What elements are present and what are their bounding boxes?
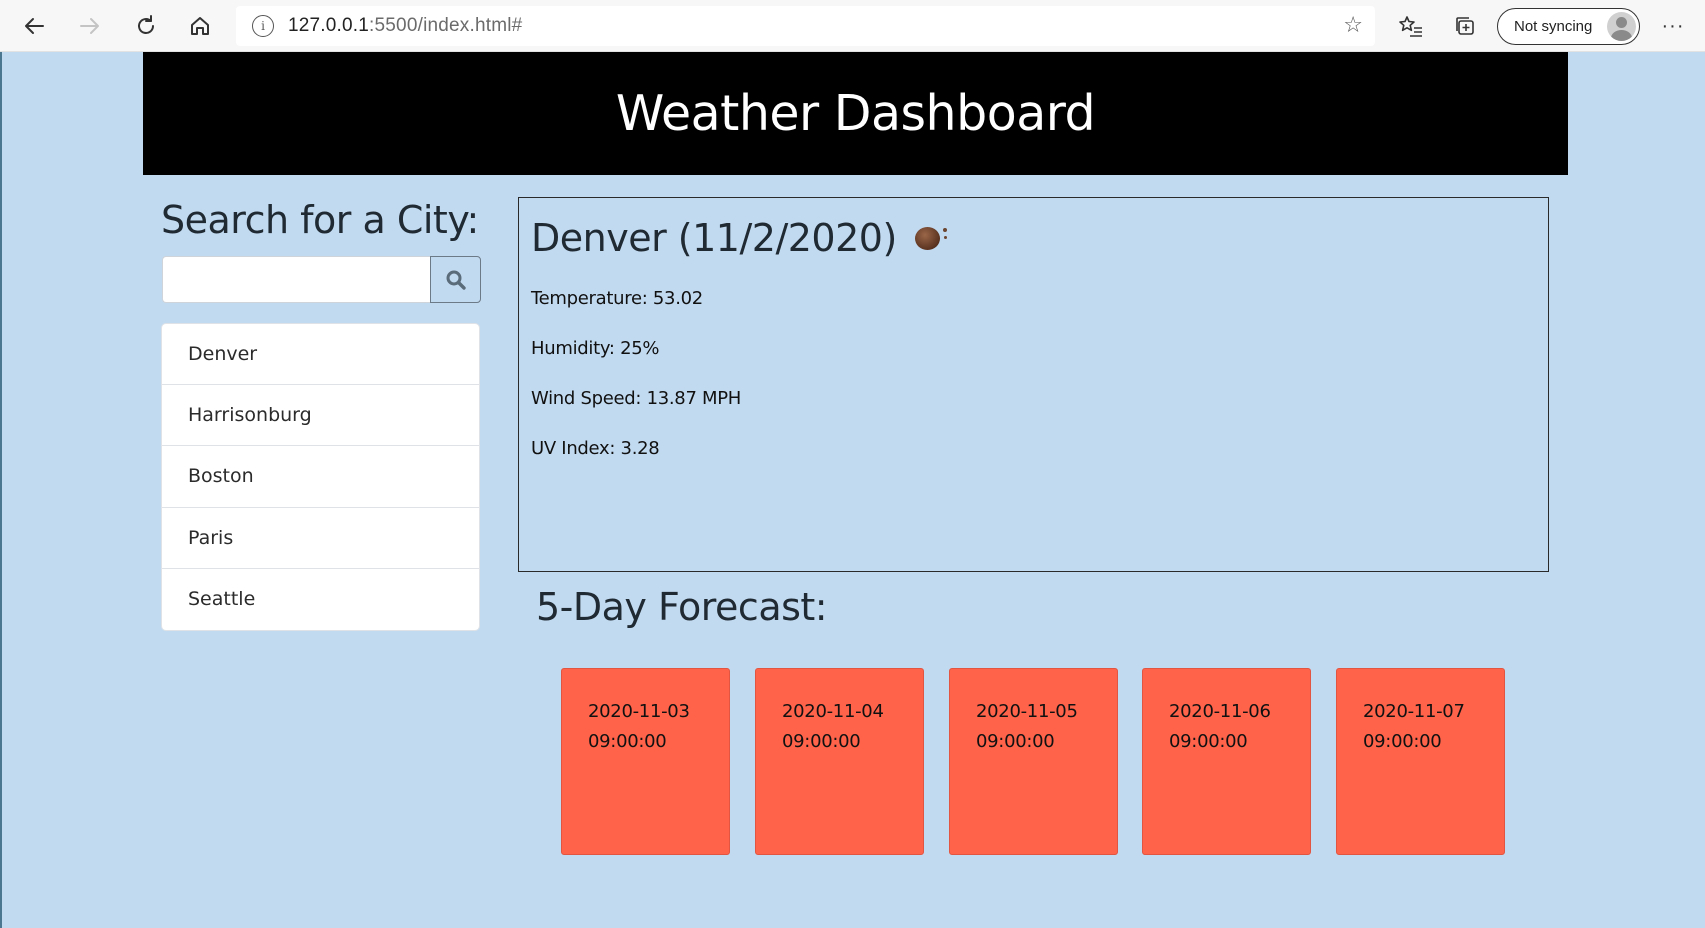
collections-button[interactable] xyxy=(1448,9,1482,43)
current-weather-panel: Denver (11/2/2020) Temperature: 53.02 Hu… xyxy=(518,197,1549,572)
page-title: Weather Dashboard xyxy=(615,85,1096,142)
search-heading: Search for a City: xyxy=(161,198,479,242)
star-icon[interactable]: ☆ xyxy=(1343,12,1363,38)
forward-button[interactable] xyxy=(73,9,107,43)
browser-toolbar: i 127.0.0.1:5500/index.html# ☆ Not synci… xyxy=(0,0,1705,52)
city-search-input[interactable] xyxy=(162,256,430,303)
temperature-text: Temperature: 53.02 xyxy=(531,288,703,309)
home-icon xyxy=(191,17,209,35)
city-item-paris[interactable]: Paris xyxy=(162,508,479,569)
city-item-denver[interactable]: Denver xyxy=(162,324,479,386)
wind-speed-text: Wind Speed: 13.87 MPH xyxy=(531,388,742,409)
forecast-time: 09:00:00 xyxy=(782,731,861,752)
refresh-icon xyxy=(138,15,154,34)
sync-status-label: Not syncing xyxy=(1514,18,1593,35)
city-date-heading: Denver (11/2/2020) xyxy=(531,216,897,260)
city-item-seattle[interactable]: Seattle xyxy=(162,569,479,630)
arrow-right-icon xyxy=(80,18,99,34)
forecast-heading: 5-Day Forecast: xyxy=(536,585,828,629)
forecast-card: 2020-11-05 09:00:00 xyxy=(949,668,1118,855)
refresh-button[interactable] xyxy=(129,9,163,43)
search-icon xyxy=(446,270,466,290)
forecast-date: 2020-11-04 xyxy=(782,701,884,722)
favorites-icon xyxy=(1399,16,1422,37)
forecast-time: 09:00:00 xyxy=(976,731,1055,752)
avatar xyxy=(1607,12,1636,41)
forecast-date: 2020-11-06 xyxy=(1169,701,1271,722)
weather-icon xyxy=(913,223,953,253)
forecast-card: 2020-11-07 09:00:00 xyxy=(1336,668,1505,855)
forecast-card: 2020-11-06 09:00:00 xyxy=(1142,668,1311,855)
back-button[interactable] xyxy=(17,9,51,43)
forecast-time: 09:00:00 xyxy=(1363,731,1442,752)
search-button[interactable] xyxy=(430,256,481,303)
forecast-time: 09:00:00 xyxy=(1169,731,1248,752)
uv-index-text: UV Index: 3.28 xyxy=(531,438,660,459)
forecast-card: 2020-11-04 09:00:00 xyxy=(755,668,924,855)
arrow-left-icon xyxy=(25,18,44,34)
window-edge xyxy=(0,52,2,928)
more-button[interactable]: ··· xyxy=(1656,9,1690,43)
forecast-card: 2020-11-03 09:00:00 xyxy=(561,668,730,855)
info-icon[interactable]: i xyxy=(252,15,274,37)
url-text: 127.0.0.1:5500/index.html# xyxy=(288,15,523,36)
forecast-date: 2020-11-03 xyxy=(588,701,690,722)
current-weather-title: Denver (11/2/2020) xyxy=(531,216,953,260)
forecast-date: 2020-11-05 xyxy=(976,701,1078,722)
home-button[interactable] xyxy=(183,9,217,43)
more-icon: ··· xyxy=(1661,14,1685,37)
forecast-date: 2020-11-07 xyxy=(1363,701,1465,722)
humidity-text: Humidity: 25% xyxy=(531,338,660,359)
city-history-list: Denver Harrisonburg Boston Paris Seattle xyxy=(161,323,480,631)
collections-icon xyxy=(1456,17,1474,35)
profile-button[interactable]: Not syncing xyxy=(1497,8,1640,45)
city-item-boston[interactable]: Boston xyxy=(162,446,479,508)
forecast-time: 09:00:00 xyxy=(588,731,667,752)
city-item-harrisonburg[interactable]: Harrisonburg xyxy=(162,385,479,447)
favorites-button[interactable] xyxy=(1394,9,1428,43)
address-bar[interactable]: i 127.0.0.1:5500/index.html# ☆ xyxy=(236,6,1375,46)
page-header: Weather Dashboard xyxy=(143,52,1568,175)
